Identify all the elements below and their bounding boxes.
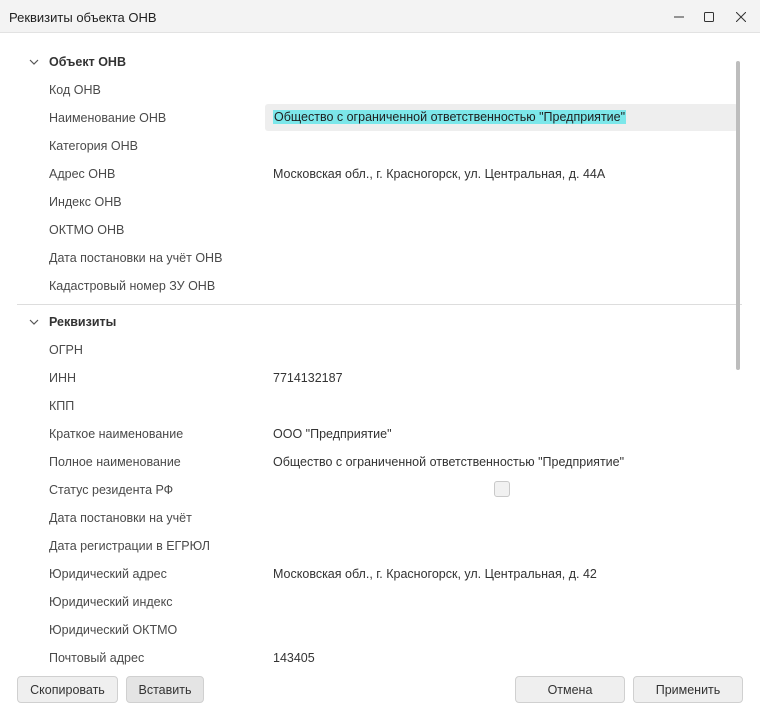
property-label: Дата постановки на учёт ОНВ (49, 251, 223, 265)
property-label: Дата постановки на учёт (49, 511, 192, 525)
property-value[interactable]: ООО "Предприятие" (273, 427, 392, 441)
maximize-button[interactable] (694, 3, 724, 31)
property-label: КПП (49, 399, 75, 413)
chevron-down-icon (28, 316, 40, 328)
window-title: Реквизиты объекта ОНВ (9, 10, 157, 25)
property-label: Юридический адрес (49, 567, 167, 581)
property-label: Почтовый адрес (49, 651, 145, 665)
section-header-requisites[interactable]: Реквизиты (28, 312, 116, 332)
property-label: Юридический ОКТМО (49, 623, 178, 637)
property-label: Категория ОНВ (49, 139, 138, 153)
property-label: Юридический индекс (49, 595, 173, 609)
property-row: Код ОНВ (0, 76, 740, 104)
property-label: Дата регистрации в ЕГРЮЛ (49, 539, 210, 553)
property-label: Код ОНВ (49, 83, 101, 97)
property-row: Юридический индекс (0, 588, 740, 616)
property-row: ИНН 7714132187 (0, 364, 740, 392)
selected-value-field[interactable]: Общество с ограниченной ответственностью… (265, 104, 738, 131)
cancel-button[interactable]: Отмена (515, 676, 625, 703)
property-value[interactable]: 7714132187 (273, 371, 343, 385)
title-bar: Реквизиты объекта ОНВ (0, 0, 760, 33)
apply-button[interactable]: Применить (633, 676, 743, 703)
property-row: Индекс ОНВ (0, 188, 740, 216)
property-row: Дата регистрации в ЕГРЮЛ (0, 532, 740, 560)
property-label: Краткое наименование (49, 427, 184, 441)
vertical-scrollbar[interactable] (736, 61, 740, 370)
property-row: Краткое наименование ООО "Предприятие" (0, 420, 740, 448)
resident-status-checkbox[interactable] (494, 481, 510, 497)
chevron-down-icon (28, 56, 40, 68)
property-label: Индекс ОНВ (49, 195, 122, 209)
property-row: Наименование ОНВ Общество с ограниченной… (0, 104, 740, 132)
property-row: ОКТМО ОНВ (0, 216, 740, 244)
property-value[interactable]: Московская обл., г. Красногорск, ул. Цен… (273, 567, 597, 581)
property-label: ИНН (49, 371, 77, 385)
selected-text[interactable]: Общество с ограниченной ответственностью… (273, 110, 627, 124)
properties-panel: Объект ОНВ Код ОНВ Наименование ОНВ Обще… (0, 34, 760, 670)
property-row: Категория ОНВ (0, 132, 740, 160)
property-row: ОГРН (0, 336, 740, 364)
section-header-object[interactable]: Объект ОНВ (28, 52, 126, 72)
property-row: Дата постановки на учёт ОНВ (0, 244, 740, 272)
property-label: ОКТМО ОНВ (49, 223, 125, 237)
maximize-icon (704, 12, 714, 22)
section-title: Реквизиты (49, 315, 117, 329)
property-label: Наименование ОНВ (49, 111, 167, 125)
property-value[interactable]: 143405 (273, 651, 315, 665)
minimize-icon (674, 16, 684, 18)
property-row: Статус резидента РФ (0, 476, 740, 504)
property-row: Юридический адрес Московская обл., г. Кр… (0, 560, 740, 588)
paste-button[interactable]: Вставить (126, 676, 204, 703)
minimize-button[interactable] (664, 3, 694, 31)
property-row: Кадастровый номер ЗУ ОНВ (0, 272, 740, 300)
property-row: КПП (0, 392, 740, 420)
property-row: Полное наименование Общество с ограничен… (0, 448, 740, 476)
dialog-footer: Скопировать Вставить Отмена Применить (0, 670, 760, 720)
section-title: Объект ОНВ (49, 55, 126, 69)
property-label: ОГРН (49, 343, 83, 357)
property-value[interactable]: Общество с ограниченной ответственностью… (273, 455, 624, 469)
property-row: Адрес ОНВ Московская обл., г. Красногорс… (0, 160, 740, 188)
property-row: Почтовый адрес 143405 (0, 644, 740, 670)
property-row: Дата постановки на учёт (0, 504, 740, 532)
property-value[interactable]: Московская обл., г. Красногорск, ул. Цен… (273, 167, 605, 181)
close-button[interactable] (726, 3, 756, 31)
property-label: Кадастровый номер ЗУ ОНВ (49, 279, 216, 293)
close-icon (736, 12, 746, 22)
section-divider (17, 304, 742, 305)
property-label: Адрес ОНВ (49, 167, 116, 181)
property-label: Статус резидента РФ (49, 483, 174, 497)
property-label: Полное наименование (49, 455, 181, 469)
property-row: Юридический ОКТМО (0, 616, 740, 644)
copy-button[interactable]: Скопировать (17, 676, 118, 703)
